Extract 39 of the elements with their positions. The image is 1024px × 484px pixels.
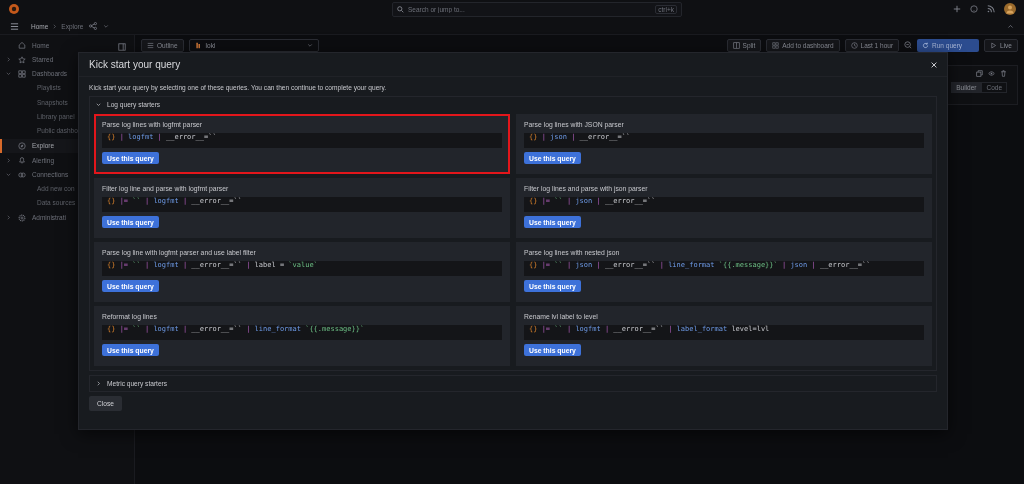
chevron-right-icon — [96, 381, 101, 386]
chevron-up-icon[interactable] — [1007, 22, 1014, 30]
trash-icon[interactable] — [1000, 70, 1007, 77]
avatar-icon[interactable] — [1004, 3, 1016, 15]
gear-icon — [18, 213, 26, 222]
share-icon[interactable] — [89, 22, 98, 30]
play-icon — [990, 41, 998, 49]
grid-icon — [772, 41, 780, 49]
close-icon[interactable] — [930, 60, 938, 69]
logo-icon[interactable] — [8, 3, 20, 15]
copy-icon[interactable] — [976, 70, 983, 77]
grid-icon — [18, 69, 26, 78]
help-icon[interactable] — [970, 5, 978, 13]
chevron-down-icon[interactable] — [6, 172, 11, 178]
home-icon — [18, 41, 26, 50]
chevron-right-icon — [52, 23, 58, 29]
clock-icon — [850, 41, 858, 49]
chevron-right-icon[interactable] — [6, 57, 11, 63]
columns-icon — [732, 41, 740, 49]
dock-icon[interactable] — [118, 43, 126, 51]
chevron-down-icon[interactable] — [6, 71, 11, 77]
chevron-down-icon — [306, 42, 313, 48]
list-icon — [147, 41, 154, 49]
star-icon — [18, 55, 26, 64]
refresh-icon — [922, 41, 930, 49]
plus-icon[interactable] — [953, 5, 961, 13]
modal-title: Kick start your query — [89, 59, 181, 70]
rss-icon[interactable] — [987, 5, 995, 13]
chevron-right-icon[interactable] — [6, 215, 11, 221]
compass-icon — [18, 141, 26, 150]
chevron-down-icon[interactable] — [103, 23, 110, 29]
chevron-right-icon[interactable] — [6, 157, 11, 163]
bell-icon — [18, 156, 26, 165]
menu-icon[interactable] — [10, 21, 19, 31]
circles-icon — [18, 170, 26, 179]
eye-icon[interactable] — [988, 70, 995, 77]
loki-icon — [194, 41, 202, 49]
zoom-out-icon[interactable] — [904, 41, 913, 49]
chevron-down-icon — [96, 102, 101, 107]
